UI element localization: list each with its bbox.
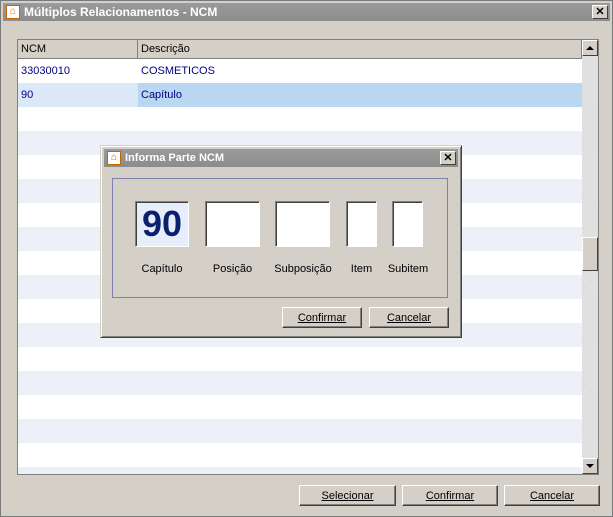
empty-row [18,419,582,443]
subposicao-field[interactable] [275,201,330,247]
selecionar-label: Selecionar [321,489,374,502]
posicao-field[interactable] [205,201,260,247]
scroll-thumb[interactable] [582,237,598,271]
dialog-title: Informa Parte NCM [125,152,225,164]
dialog-close-button[interactable]: ✕ [440,151,456,165]
close-icon: ✕ [595,5,605,18]
dialog-app-icon: ⌂ [107,151,121,165]
vertical-scrollbar[interactable] [582,40,598,474]
cancelar-label: Cancelar [529,489,575,502]
scroll-up-button[interactable] [582,40,598,56]
empty-row [18,107,582,131]
empty-row [18,467,582,474]
item-field[interactable] [346,201,377,247]
arrow-up-icon [586,46,594,50]
cell-ncm: 33030010 [21,65,70,77]
window-title: Múltiplos Relacionamentos - NCM [24,5,218,19]
dialog-cancelar-button[interactable]: Cancelar [369,307,449,328]
arrow-down-icon [586,464,594,468]
main-titlebar[interactable]: ⌂ Múltiplos Relacionamentos - NCM ✕ [3,3,610,21]
empty-row [18,347,582,371]
selecionar-button[interactable]: Selecionar [299,485,396,506]
item-label: Item [350,263,373,275]
cell-ncm: 90 [18,83,138,107]
dialog-cancelar-label: Cancelar [386,311,432,324]
capitulo-field[interactable]: 90 [135,201,189,247]
table-row[interactable]: 33030010 COSMETICOS [18,59,582,83]
confirmar-button[interactable]: Confirmar [402,485,498,506]
dialog-confirmar-label: Confirmar [297,311,347,324]
scroll-down-button[interactable] [582,458,598,474]
ncm-parts-panel: 90 Capítulo Posição Subposição Item Subi… [112,178,448,298]
close-icon: ✕ [443,151,453,164]
grid-header: NCM Descrição [18,40,582,59]
informa-parte-ncm-dialog: ⌂ Informa Parte NCM ✕ 90 Capítulo Posiçã… [100,145,462,338]
dialog-titlebar[interactable]: ⌂ Informa Parte NCM ✕ [104,149,458,167]
dialog-confirmar-button[interactable]: Confirmar [282,307,362,328]
posicao-label: Posição [212,263,253,275]
confirmar-label: Confirmar [425,489,475,502]
subitem-label: Subitem [387,263,429,275]
cell-descricao: COSMETICOS [141,65,215,77]
empty-row [18,443,582,467]
subposicao-label: Subposição [274,263,332,275]
empty-row [18,395,582,419]
column-header-ncm[interactable]: NCM [18,40,138,59]
capitulo-label: Capítulo [141,263,183,275]
subitem-field[interactable] [392,201,423,247]
table-row-selected[interactable]: 90 Capítulo [18,83,582,107]
empty-row [18,371,582,395]
cancelar-button[interactable]: Cancelar [504,485,600,506]
column-header-descricao[interactable]: Descrição [138,40,582,59]
cell-descricao: Capítulo [141,89,182,101]
app-house-icon: ⌂ [6,5,20,19]
close-window-button[interactable]: ✕ [592,5,608,19]
